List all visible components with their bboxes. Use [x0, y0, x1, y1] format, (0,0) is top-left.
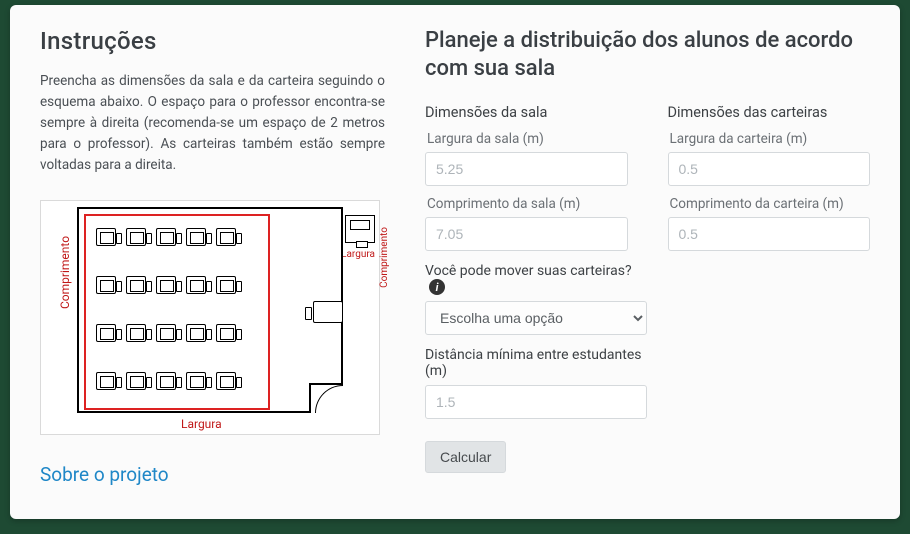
min-distance-label: Distância mínima entre estudantes (m) [425, 347, 647, 379]
room-width-label: Largura da sala (m) [427, 131, 628, 147]
desk-width-label: Largura da carteira (m) [670, 131, 871, 147]
diagram-desk-icon [126, 228, 146, 246]
diagram-desk-icon [96, 372, 116, 390]
room-width-input[interactable] [425, 152, 628, 186]
instructions-title: Instruções [40, 27, 385, 55]
move-desks-select[interactable]: Escolha uma opção [425, 301, 647, 335]
diagram-comprimento-small-label: Comprimento [379, 227, 390, 288]
diagram-desk-icon [156, 372, 176, 390]
diagram-teacher-desk-icon [313, 301, 343, 323]
diagram-largura-label: Largura [181, 417, 222, 431]
desk-length-label: Comprimento da carteira (m) [670, 196, 871, 212]
diagram-desk-icon [96, 276, 116, 294]
desk-dimensions-heading: Dimensões das carteiras [668, 104, 871, 121]
main-card: Instruções Preencha as dimensões da sala… [10, 5, 900, 519]
diagram-largura-small-label: Largura [341, 249, 375, 260]
diagram-desk-icon [216, 324, 236, 342]
desk-dimensions-column: Dimensões das carteiras Largura da carte… [668, 104, 871, 251]
diagram-desk-icon [186, 228, 206, 246]
diagram-desk-icon [96, 228, 116, 246]
move-desks-question-text: Você pode mover suas carteiras? [425, 263, 632, 279]
diagram-desk-icon [156, 228, 176, 246]
diagram-desk-icon [126, 276, 146, 294]
diagram-desk-row [96, 228, 236, 246]
desk-width-input[interactable] [668, 152, 871, 186]
diagram-desk-icon [216, 276, 236, 294]
diagram-student-area [84, 214, 270, 410]
diagram-desk-icon [126, 324, 146, 342]
move-desks-question: Você pode mover suas carteiras? i [425, 263, 647, 295]
room-length-label: Comprimento da sala (m) [427, 196, 628, 212]
room-dimensions-column: Dimensões da sala Largura da sala (m) Co… [425, 104, 628, 251]
right-column: Planeje a distribuição dos alunos de aco… [425, 27, 870, 501]
instructions-body: Preencha as dimensões da sala e da carte… [40, 71, 385, 176]
desk-length-input[interactable] [668, 217, 871, 251]
form-columns: Dimensões da sala Largura da sala (m) Co… [425, 104, 870, 251]
calculate-button[interactable]: Calcular [425, 441, 506, 473]
diagram-desk-row [96, 276, 236, 294]
diagram-projector-icon [345, 215, 375, 243]
left-column: Instruções Preencha as dimensões da sala… [40, 27, 385, 501]
diagram-desk-icon [96, 324, 116, 342]
classroom-diagram: Comprimento Largura Largura Comprimento [40, 200, 380, 435]
diagram-desk-icon [186, 276, 206, 294]
diagram-desk-icon [156, 276, 176, 294]
diagram-desk-icon [156, 324, 176, 342]
diagram-door-icon [309, 383, 343, 413]
diagram-desk-icon [216, 372, 236, 390]
room-length-input[interactable] [425, 217, 628, 251]
plan-title: Planeje a distribuição dos alunos de aco… [425, 27, 870, 82]
lower-form-block: Você pode mover suas carteiras? i Escolh… [425, 263, 647, 419]
diagram-desk-icon [186, 324, 206, 342]
diagram-comprimento-label: Comprimento [58, 236, 72, 309]
diagram-desk-icon [216, 228, 236, 246]
diagram-desk-icon [186, 372, 206, 390]
diagram-desk-row [96, 324, 236, 342]
diagram-room-outline [77, 207, 343, 413]
min-distance-input[interactable] [425, 385, 647, 419]
diagram-desk-row [96, 372, 236, 390]
room-dimensions-heading: Dimensões da sala [425, 104, 628, 121]
info-icon[interactable]: i [429, 279, 445, 295]
diagram-desk-icon [126, 372, 146, 390]
about-project-link[interactable]: Sobre o projeto [40, 463, 169, 486]
